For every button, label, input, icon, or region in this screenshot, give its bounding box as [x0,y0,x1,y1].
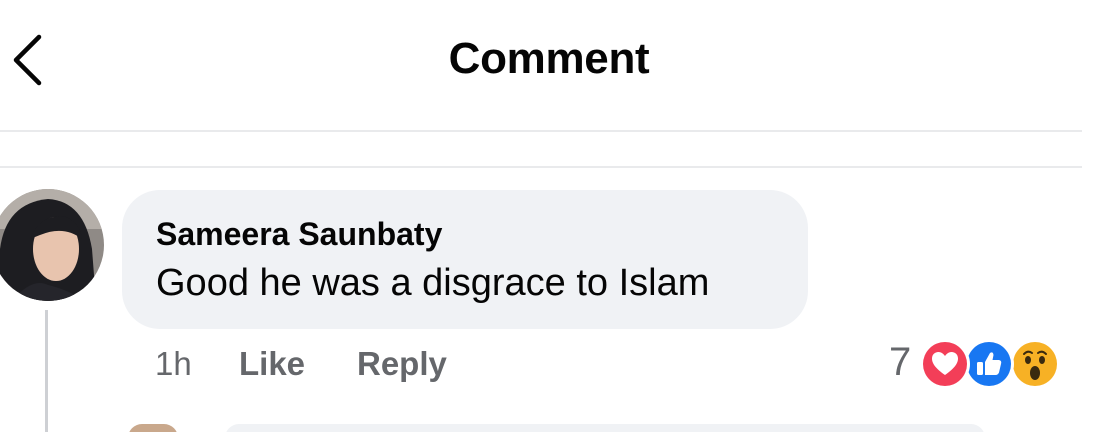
like-reaction-icon [964,339,1014,389]
comment-bubble: Sameera Saunbaty Good he was a disgrace … [122,190,808,329]
reply-bubble [225,424,985,432]
comment-text: Good he was a disgrace to Islam [156,262,710,304]
section-divider [0,166,1082,168]
love-reaction-icon [920,339,970,389]
reply-avatar[interactable] [128,424,178,432]
thread-line [45,310,48,432]
reply-button[interactable]: Reply [357,345,447,383]
reaction-icons[interactable] [920,339,1062,389]
like-button[interactable]: Like [239,345,305,383]
header-divider [0,130,1082,132]
comment-author[interactable]: Sameera Saunbaty [156,216,442,253]
comment-screen: Comment Sameera Saunbaty Good he was a d… [0,0,1098,432]
reaction-count[interactable]: 7 [889,340,911,385]
wow-reaction-icon [1010,339,1060,389]
avatar[interactable] [0,189,104,301]
page-title: Comment [448,34,650,83]
comment-time: 1h [155,345,192,382]
profile-photo [0,189,104,301]
